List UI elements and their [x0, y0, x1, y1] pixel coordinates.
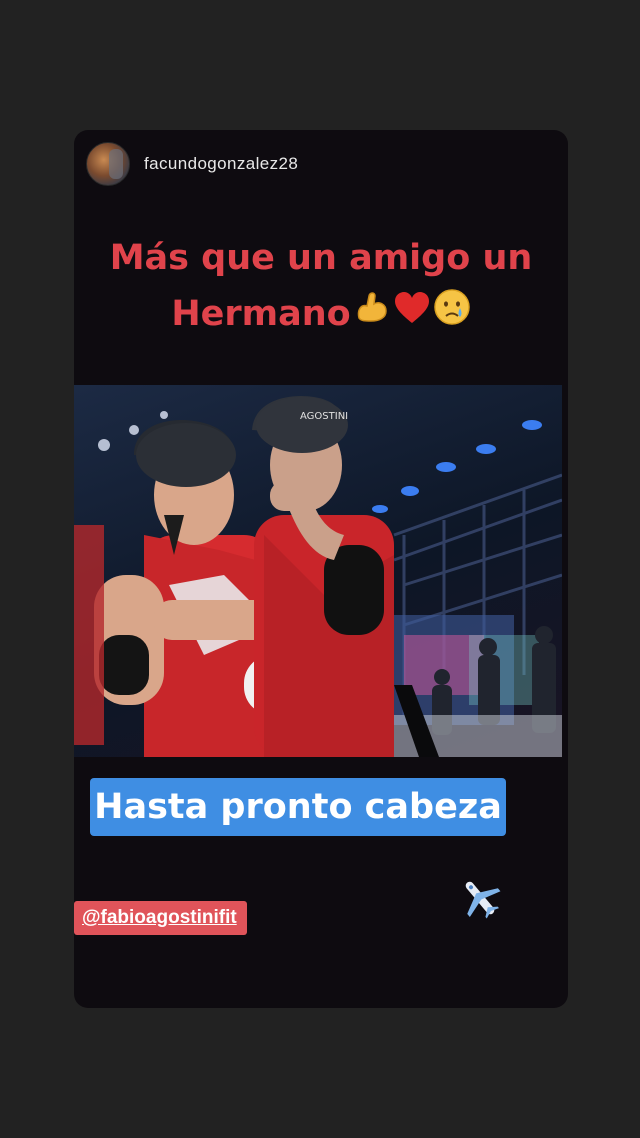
story-photo: AGOSTINI — [74, 385, 562, 757]
mention-tag[interactable]: @fabioagostinifit — [74, 901, 247, 935]
helmet-text: AGOSTINI — [300, 411, 348, 422]
headline-line-2: Hermano — [74, 286, 568, 343]
story-headline: Más que un amigo un Hermano — [74, 230, 568, 343]
red-heart-icon — [393, 287, 431, 343]
crying-face-icon — [433, 287, 471, 343]
airplane-icon — [458, 876, 502, 920]
headline-word: Hermano — [171, 294, 351, 334]
story-header: facundogonzalez28 — [86, 142, 298, 186]
caption-bar: Hasta pronto cabeza — [90, 778, 506, 836]
story-card[interactable]: facundogonzalez28 Más que un amigo un He… — [74, 130, 568, 1008]
avatar[interactable] — [86, 142, 130, 186]
username[interactable]: facundogonzalez28 — [144, 154, 298, 174]
headline-line-1: Más que un amigo un — [109, 238, 533, 278]
flexed-biceps-icon — [353, 287, 391, 343]
